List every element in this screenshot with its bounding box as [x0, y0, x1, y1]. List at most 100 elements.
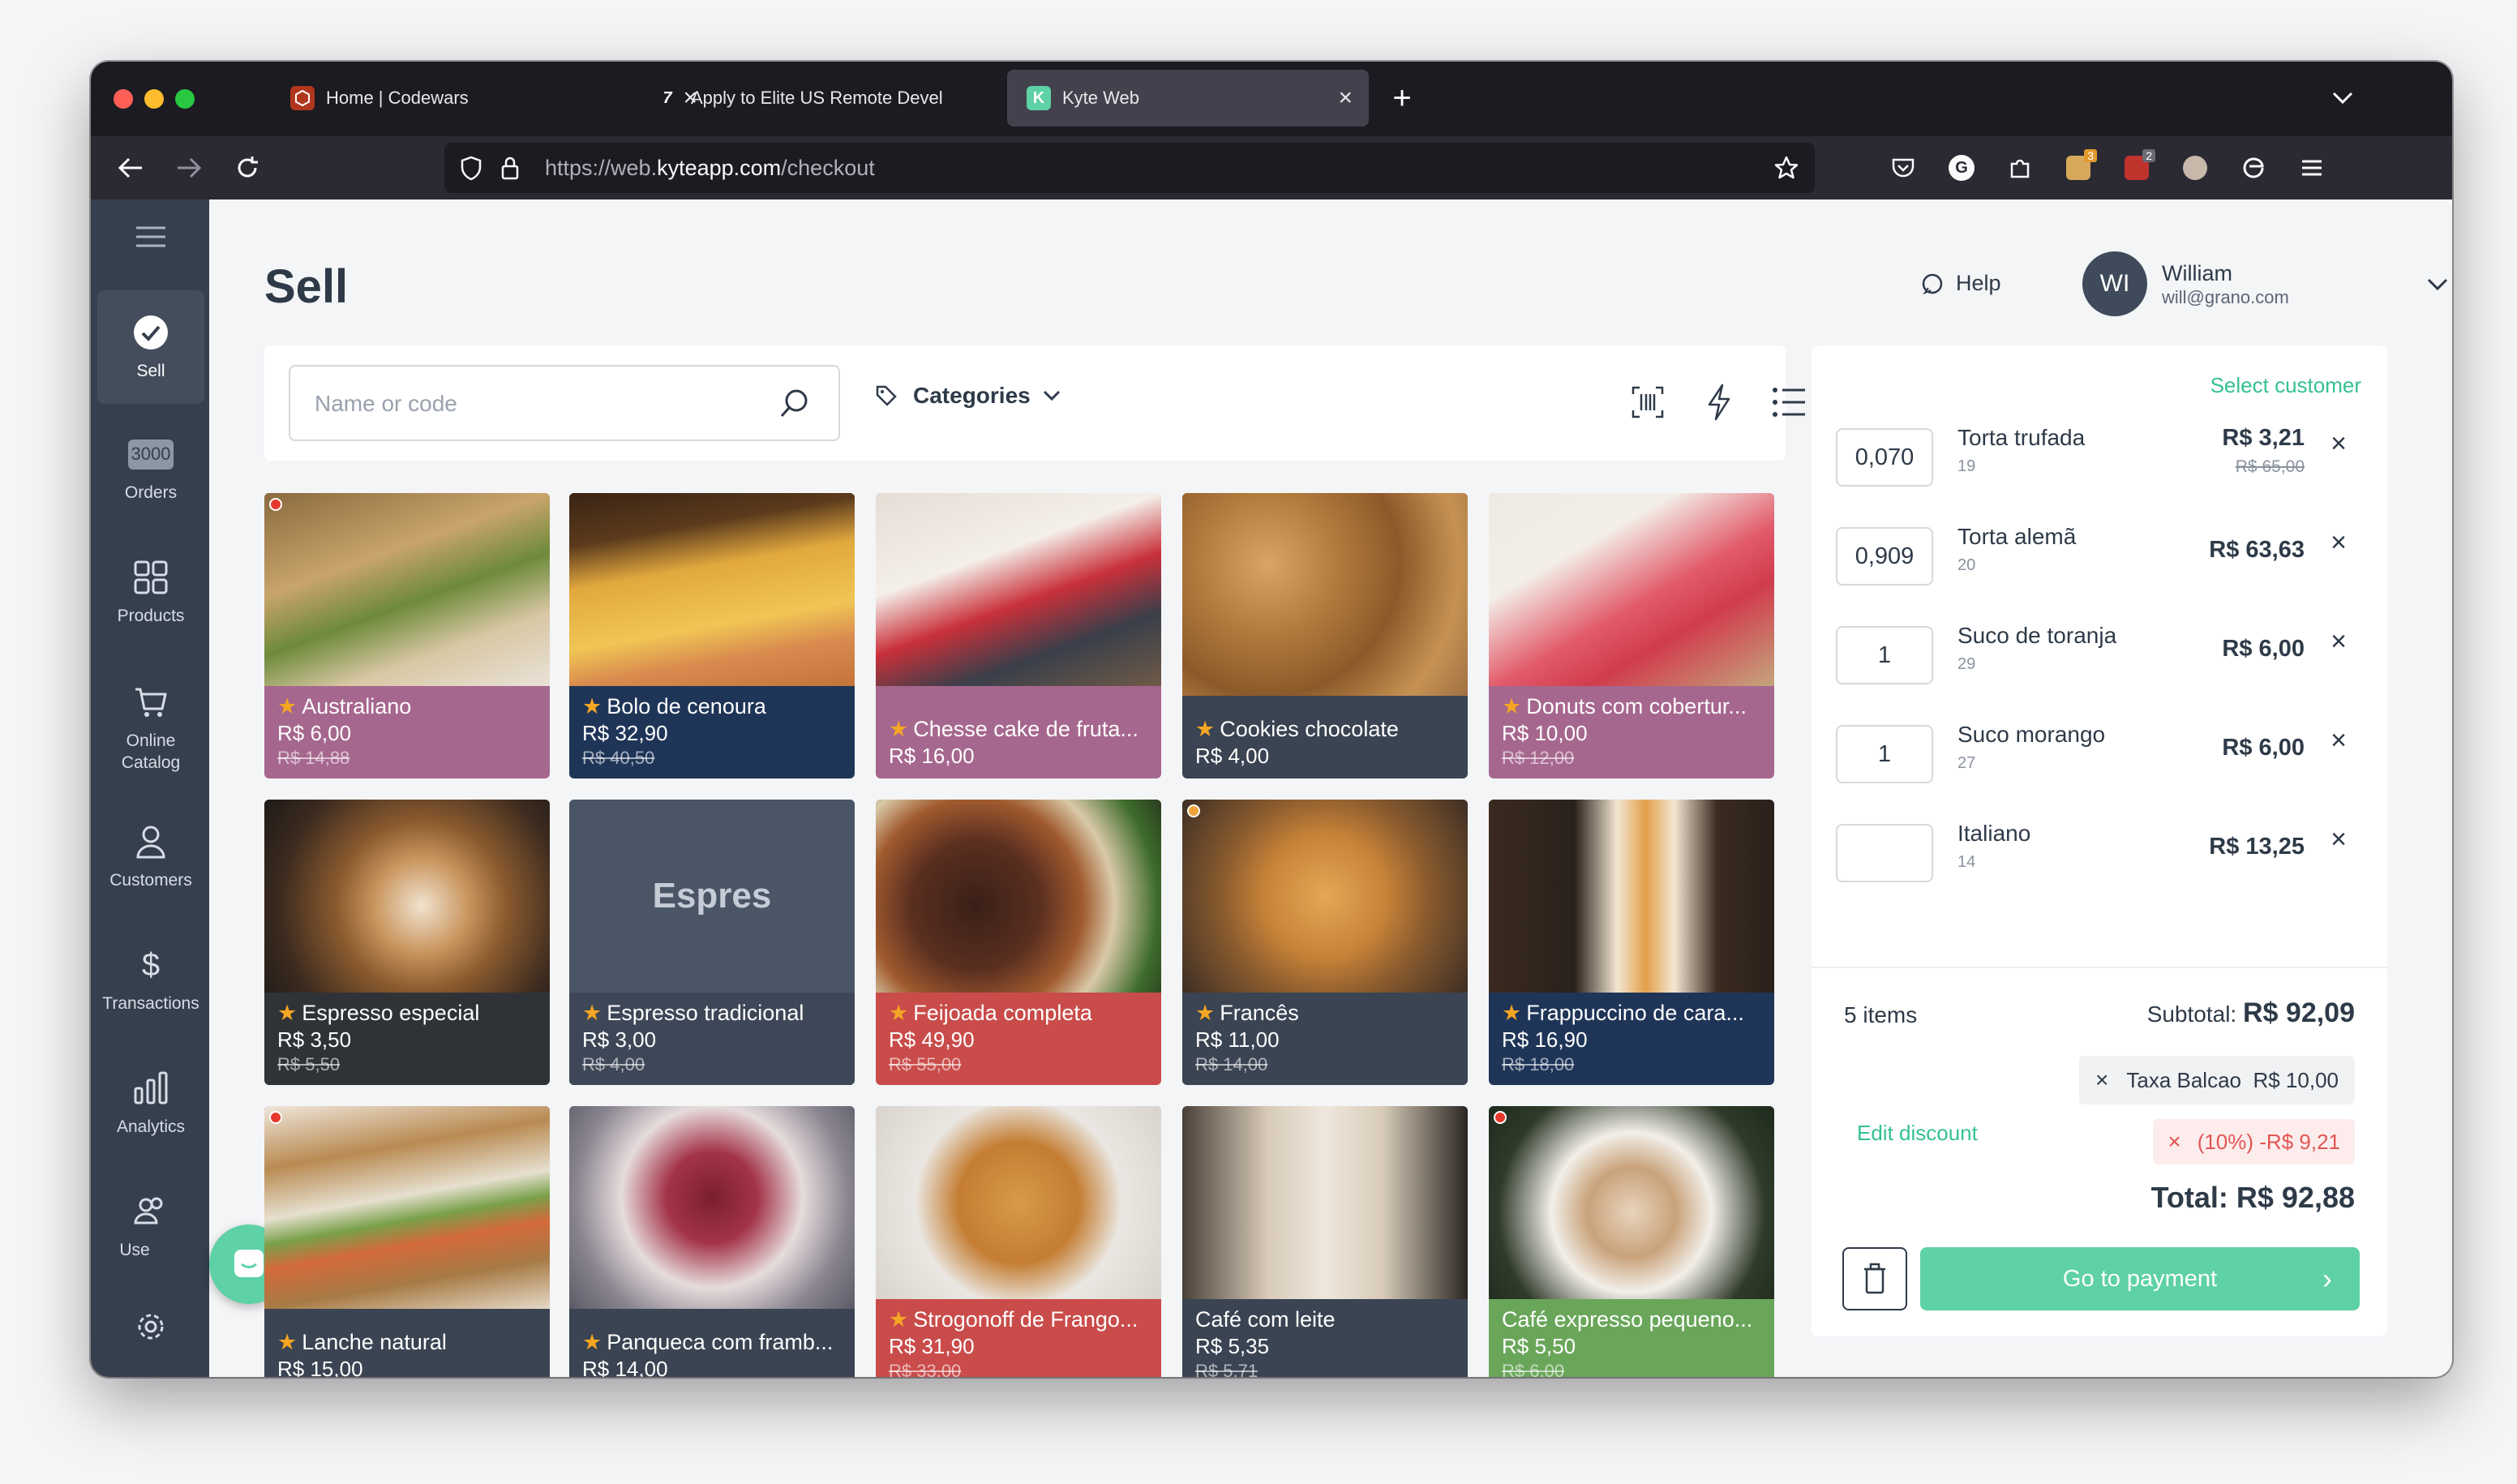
cart-item-name: Italiano	[1957, 821, 2031, 846]
close-window-button[interactable]	[114, 89, 133, 109]
lock-icon[interactable]	[490, 148, 530, 188]
product-old-price: R$ 14,88	[277, 748, 350, 768]
extension-edge-icon[interactable]	[2233, 148, 2274, 188]
tab-kyte[interactable]: K Kyte Web ×	[1007, 70, 1369, 127]
status-dot	[1187, 804, 1200, 817]
sidebar-item-transactions[interactable]: $ Transactions	[97, 923, 204, 1036]
product-name: Feijoada completa	[913, 1001, 1092, 1025]
shield-icon[interactable]	[451, 148, 491, 188]
user-name[interactable]: William	[2162, 261, 2232, 286]
star-icon: ★	[277, 1330, 298, 1354]
reload-icon[interactable]	[227, 148, 268, 188]
hamburger-menu-icon[interactable]	[2292, 148, 2332, 188]
extension-badge: 3	[2084, 149, 2097, 162]
navigation-bar: https://web.kyteapp.com/checkout G 3 2	[91, 136, 2452, 199]
select-customer-link[interactable]: Select customer	[2210, 373, 2361, 398]
product-price: R$ 14,00	[582, 1357, 668, 1377]
avatar[interactable]: WI	[2082, 251, 2147, 316]
minimize-window-button[interactable]	[144, 89, 164, 109]
product-card[interactable]: ★ Panqueca com framb... R$ 14,00	[569, 1106, 855, 1377]
bookmark-star-icon[interactable]	[1766, 148, 1807, 188]
url-bar[interactable]: https://web.kyteapp.com/checkout	[444, 143, 1815, 193]
back-icon[interactable]	[110, 148, 151, 188]
product-info: ★ Feijoada completa R$ 49,90 R$ 55,00	[876, 993, 1161, 1085]
discount-chip: × (10%) -R$ 9,21	[2153, 1119, 2355, 1164]
product-card[interactable]: ★ Feijoada completa R$ 49,90 R$ 55,00	[876, 800, 1161, 1085]
extension-shield-icon[interactable]: 2	[2116, 148, 2157, 188]
remove-tax-icon[interactable]: ×	[2095, 1067, 2108, 1093]
search-input[interactable]	[315, 386, 769, 422]
close-tab-icon[interactable]: ×	[1338, 84, 1353, 112]
grammarly-icon[interactable]: G	[1941, 148, 1982, 188]
pocket-icon[interactable]	[1883, 148, 1923, 188]
quantity-field[interactable]: 1	[1836, 725, 1933, 783]
maximize-window-button[interactable]	[175, 89, 195, 109]
cart-item: 0,070 Torta trufada 19 R$ 3,21 R$ 65,00 …	[1836, 422, 2363, 495]
product-old-price: R$ 5,71	[1195, 1361, 1258, 1377]
product-info: ★ Strogonoff de Frango... R$ 31,90 R$ 33,…	[876, 1299, 1161, 1377]
sidebar-item-products[interactable]: Products	[97, 535, 204, 649]
product-card[interactable]: Café com leite R$ 5,35 R$ 5,71	[1182, 1106, 1468, 1377]
product-card[interactable]: ★ Strogonoff de Frango... R$ 31,90 R$ 33,…	[876, 1106, 1161, 1377]
product-card[interactable]: ★ Australiano R$ 6,00 R$ 14,88	[264, 493, 550, 778]
sidebar-item-users[interactable]: Use	[97, 1169, 204, 1283]
edit-discount-link[interactable]: Edit discount	[1857, 1121, 1978, 1146]
product-card[interactable]: ★ Frappuccino de cara... R$ 16,90 R$ 18,0…	[1489, 800, 1774, 1085]
quantity-field[interactable]: 0,070	[1836, 428, 1933, 487]
product-name: Espresso tradicional	[607, 1001, 804, 1025]
clear-cart-button[interactable]	[1842, 1247, 1907, 1310]
product-card[interactable]: Café expresso pequeno... R$ 5,50 R$ 6,00	[1489, 1106, 1774, 1377]
lightning-icon[interactable]	[1703, 383, 1735, 422]
remove-item-icon[interactable]: ×	[2330, 824, 2347, 856]
star-icon: ★	[889, 1307, 909, 1332]
extensions-puzzle-icon[interactable]	[2000, 148, 2040, 188]
cart-item-price: R$ 13,25	[2209, 834, 2305, 860]
product-card[interactable]: Espres ★ Espresso tradicional R$ 3,00 R$ …	[569, 800, 855, 1085]
sidebar-item-sell[interactable]: Sell	[97, 290, 204, 404]
product-card[interactable]: ★ Lanche natural R$ 15,00	[264, 1106, 550, 1377]
product-image	[1182, 800, 1468, 993]
quantity-field[interactable]	[1836, 824, 1933, 882]
sidebar-item-analytics[interactable]: Analytics	[97, 1046, 204, 1160]
tab-label: Home | Codewars	[326, 88, 469, 108]
product-name: Australiano	[302, 694, 412, 718]
remove-item-icon[interactable]: ×	[2330, 725, 2347, 757]
product-card[interactable]: ★ Francês R$ 11,00 R$ 14,00	[1182, 800, 1468, 1085]
sidebar-item-orders[interactable]: 3000 Orders	[97, 412, 204, 525]
barcode-icon[interactable]	[1630, 384, 1666, 420]
remove-discount-icon[interactable]: ×	[2168, 1129, 2180, 1155]
list-view-icon[interactable]	[1771, 386, 1807, 418]
sidebar-menu-toggle[interactable]	[97, 208, 204, 266]
product-info: ★ Lanche natural R$ 15,00	[264, 1309, 550, 1377]
star-icon: ★	[889, 717, 909, 741]
divider	[1812, 967, 2387, 968]
sidebar-item-customers[interactable]: Customers	[97, 800, 204, 913]
product-card[interactable]: ★ Chesse cake de fruta... R$ 16,00	[876, 493, 1161, 778]
product-card[interactable]: ★ Espresso especial R$ 3,50 R$ 5,50	[264, 800, 550, 1085]
remove-item-icon[interactable]: ×	[2330, 428, 2347, 460]
forward-icon[interactable]	[169, 148, 209, 188]
help-button[interactable]: Help	[1920, 271, 2001, 296]
url-text[interactable]: https://web.kyteapp.com/checkout	[545, 156, 875, 181]
user-icon	[130, 821, 172, 863]
remove-item-icon[interactable]: ×	[2330, 527, 2347, 559]
sidebar-item-settings[interactable]	[97, 1289, 204, 1370]
extension-owl-icon[interactable]	[2175, 148, 2215, 188]
sidebar-item-online-catalog[interactable]: Online Catalog	[97, 658, 204, 796]
search-icon[interactable]	[778, 388, 811, 420]
tab-list-chevron-icon[interactable]	[2322, 78, 2363, 118]
quantity-field[interactable]: 0,909	[1836, 527, 1933, 585]
quantity-field[interactable]: 1	[1836, 626, 1933, 684]
remove-item-icon[interactable]: ×	[2330, 626, 2347, 658]
product-card[interactable]: ★ Donuts com cobertur... R$ 10,00 R$ 12,0…	[1489, 493, 1774, 778]
go-to-payment-button[interactable]: Go to payment ›	[1920, 1247, 2360, 1310]
user-menu-chevron-icon[interactable]	[2426, 277, 2449, 296]
tab-label: Apply to Elite US Remote Devel	[691, 88, 943, 108]
extension-rocket-icon[interactable]: 3	[2058, 148, 2099, 188]
categories-dropdown[interactable]: Categories	[874, 383, 1061, 409]
product-card[interactable]: ★ Bolo de cenoura R$ 32,90 R$ 40,50	[569, 493, 855, 778]
product-name: Strogonoff de Frango...	[913, 1307, 1138, 1332]
new-tab-icon[interactable]: +	[1382, 78, 1422, 118]
star-icon: ★	[1502, 1001, 1522, 1025]
product-card[interactable]: ★ Cookies chocolate R$ 4,00	[1182, 493, 1468, 778]
